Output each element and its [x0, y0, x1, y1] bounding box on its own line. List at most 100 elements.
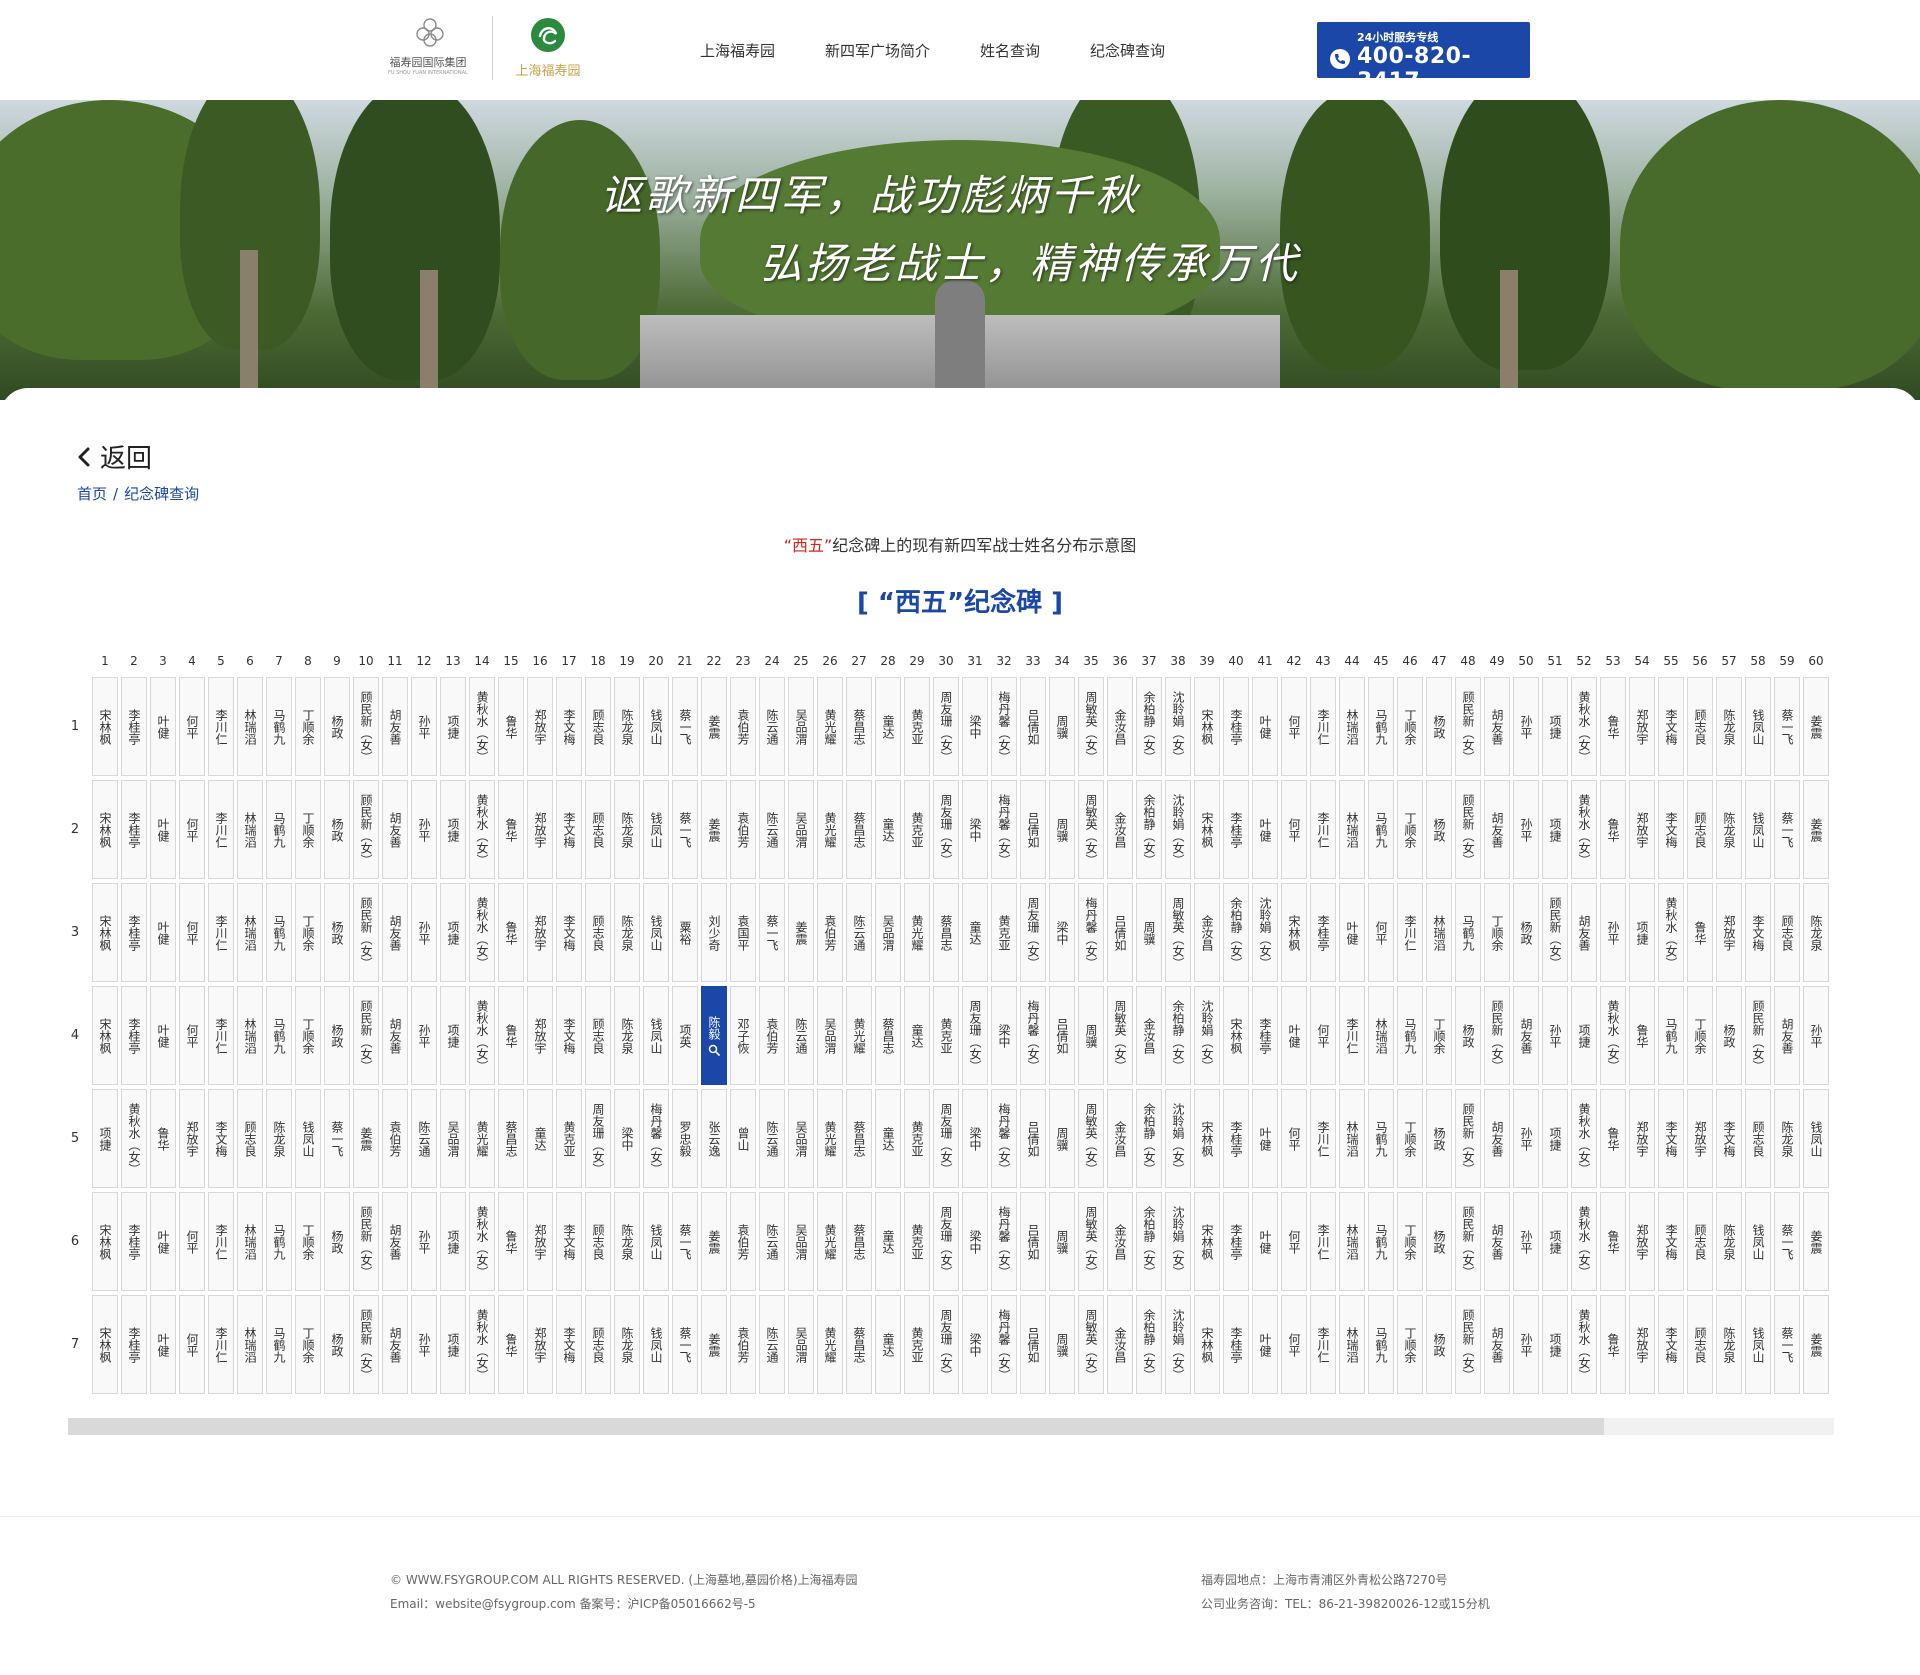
name-cell[interactable]: 李桂亭	[121, 1295, 147, 1394]
name-cell[interactable]: 孙平	[411, 780, 437, 879]
name-cell[interactable]: 林瑞滔	[1339, 1295, 1365, 1394]
name-cell[interactable]: 周骥	[1049, 780, 1075, 879]
name-cell[interactable]: 鲁华	[150, 1089, 176, 1188]
name-cell[interactable]: 黄秋水︵女︶	[1658, 883, 1684, 982]
name-cell[interactable]: 梁中	[962, 1089, 988, 1188]
name-cell[interactable]: 鲁华	[1600, 1089, 1626, 1188]
name-cell[interactable]: 吴品渭	[788, 1089, 814, 1188]
name-cell[interactable]: 金汝昌	[1107, 1192, 1133, 1291]
name-cell[interactable]: 蔡昌志	[846, 677, 872, 776]
name-cell[interactable]: 顾民新︵女︶	[1455, 677, 1481, 776]
name-cell[interactable]: 钱凤山	[1745, 677, 1771, 776]
name-cell[interactable]: 钱凤山	[643, 1295, 669, 1394]
name-cell[interactable]: 丁顺余	[1426, 986, 1452, 1085]
name-cell[interactable]: 黄克亚	[904, 677, 930, 776]
name-cell[interactable]: 叶健	[1252, 780, 1278, 879]
name-cell[interactable]: 顾志良	[585, 986, 611, 1085]
name-cell[interactable]: 马鹤九	[1397, 986, 1423, 1085]
name-cell[interactable]: 鲁华	[1600, 677, 1626, 776]
name-cell[interactable]: 郑放宇	[1629, 677, 1655, 776]
name-cell[interactable]: 陈龙泉	[1803, 883, 1829, 982]
name-cell[interactable]: 姜震	[788, 883, 814, 982]
name-cell[interactable]: 项捷	[1542, 1192, 1568, 1291]
name-cell[interactable]: 金汝昌	[1107, 1295, 1133, 1394]
name-cell[interactable]: 郑放宇	[527, 1295, 553, 1394]
name-cell[interactable]: 丁顺余	[1484, 883, 1510, 982]
name-cell[interactable]: 陈龙泉	[1716, 1192, 1742, 1291]
name-cell[interactable]: 周敏英︵女︶	[1078, 1192, 1104, 1291]
name-cell[interactable]: 何平	[179, 780, 205, 879]
name-cell[interactable]: 杨政	[324, 780, 350, 879]
name-cell[interactable]: 黄秋水︵女︶	[469, 677, 495, 776]
name-cell[interactable]: 黄秋水︵女︶	[469, 1192, 495, 1291]
name-cell[interactable]: 陈云通	[759, 1089, 785, 1188]
name-cell[interactable]: 顾志良	[1687, 677, 1713, 776]
name-cell[interactable]: 蔡昌志	[846, 1192, 872, 1291]
name-cell[interactable]: 顾志良	[1774, 883, 1800, 982]
name-cell[interactable]: 蔡昌志	[846, 1089, 872, 1188]
name-cell[interactable]: 宋林枫	[1194, 1192, 1220, 1291]
nav-item-square-intro[interactable]: 新四军广场简介	[825, 40, 930, 61]
name-cell[interactable]: 沈聆娟︵女︶	[1165, 677, 1191, 776]
name-cell[interactable]: 顾民新︵女︶	[353, 1295, 379, 1394]
name-cell[interactable]: 梅丹馨︵女︶	[1020, 986, 1046, 1085]
name-cell[interactable]: 粟裕	[672, 883, 698, 982]
name-cell[interactable]: 周骥	[1049, 1089, 1075, 1188]
name-cell[interactable]: 胡友善	[1513, 986, 1539, 1085]
name-cell[interactable]: 鲁华	[1600, 1295, 1626, 1394]
name-cell[interactable]: 顾民新︵女︶	[1745, 986, 1771, 1085]
name-cell[interactable]: 李川仁	[1310, 1295, 1336, 1394]
name-cell[interactable]: 周敏英︵女︶	[1078, 677, 1104, 776]
name-cell[interactable]: 梅丹馨︵女︶	[991, 1295, 1017, 1394]
name-cell[interactable]: 孙平	[1513, 677, 1539, 776]
name-cell[interactable]: 丁顺余	[295, 986, 321, 1085]
name-cell[interactable]: 鲁华	[1600, 1192, 1626, 1291]
name-cell[interactable]: 顾志良	[585, 883, 611, 982]
name-cell[interactable]: 叶健	[1252, 677, 1278, 776]
name-cell[interactable]: 项捷	[92, 1089, 118, 1188]
name-cell[interactable]: 何平	[1281, 1192, 1307, 1291]
name-cell[interactable]: 黄光耀	[817, 780, 843, 879]
name-cell[interactable]: 李桂亭	[1223, 1192, 1249, 1291]
name-cell[interactable]: 孙平	[1600, 883, 1626, 982]
name-cell[interactable]: 童达	[875, 1192, 901, 1291]
name-cell[interactable]: 郑放宇	[1716, 883, 1742, 982]
name-cell[interactable]: 蔡一飞	[672, 780, 698, 879]
name-cell[interactable]: 梅丹馨︵女︶	[1078, 883, 1104, 982]
name-cell[interactable]: 叶健	[150, 1192, 176, 1291]
name-cell[interactable]: 周骥	[1049, 1192, 1075, 1291]
name-cell[interactable]: 项捷	[440, 780, 466, 879]
name-cell[interactable]: 李川仁	[208, 1295, 234, 1394]
name-cell[interactable]: 梅丹馨︵女︶	[643, 1089, 669, 1188]
name-cell[interactable]: 黄秋水︵女︶	[1571, 1295, 1597, 1394]
name-cell[interactable]: 胡友善	[382, 883, 408, 982]
name-cell[interactable]: 鲁华	[498, 1295, 524, 1394]
name-cell[interactable]: 吕倩如	[1020, 780, 1046, 879]
name-cell[interactable]: 林瑞滔	[237, 1192, 263, 1291]
name-cell[interactable]: 童达	[962, 883, 988, 982]
name-cell[interactable]: 鲁华	[1600, 780, 1626, 879]
name-cell[interactable]: 陈龙泉	[614, 883, 640, 982]
name-cell[interactable]: 余柏静︵女︶	[1223, 883, 1249, 982]
name-cell[interactable]: 顾民新︵女︶	[353, 986, 379, 1085]
name-cell[interactable]: 陈龙泉	[1716, 780, 1742, 879]
name-cell[interactable]: 胡友善	[382, 677, 408, 776]
name-cell[interactable]: 梁中	[962, 1295, 988, 1394]
name-cell[interactable]: 宋林枫	[92, 1295, 118, 1394]
name-cell[interactable]: 沈聆娟︵女︶	[1165, 1089, 1191, 1188]
name-cell[interactable]: 陈云通	[759, 677, 785, 776]
name-cell[interactable]: 孙平	[1513, 1089, 1539, 1188]
name-cell[interactable]: 黄秋水︵女︶	[469, 1295, 495, 1394]
name-cell[interactable]: 梁中	[962, 677, 988, 776]
name-cell[interactable]: 林瑞滔	[237, 1295, 263, 1394]
name-cell[interactable]: 顾志良	[585, 677, 611, 776]
name-cell[interactable]: 黄克亚	[904, 1089, 930, 1188]
name-cell[interactable]: 胡友善	[1774, 986, 1800, 1085]
name-cell[interactable]: 蔡一飞	[759, 883, 785, 982]
name-cell[interactable]: 杨政	[324, 883, 350, 982]
name-cell[interactable]: 刘少奇	[701, 883, 727, 982]
name-cell[interactable]: 马鹤九	[1368, 1295, 1394, 1394]
name-cell[interactable]: 马鹤九	[266, 1192, 292, 1291]
name-cell[interactable]: 陈云通	[759, 780, 785, 879]
name-cell[interactable]: 鲁华	[498, 677, 524, 776]
